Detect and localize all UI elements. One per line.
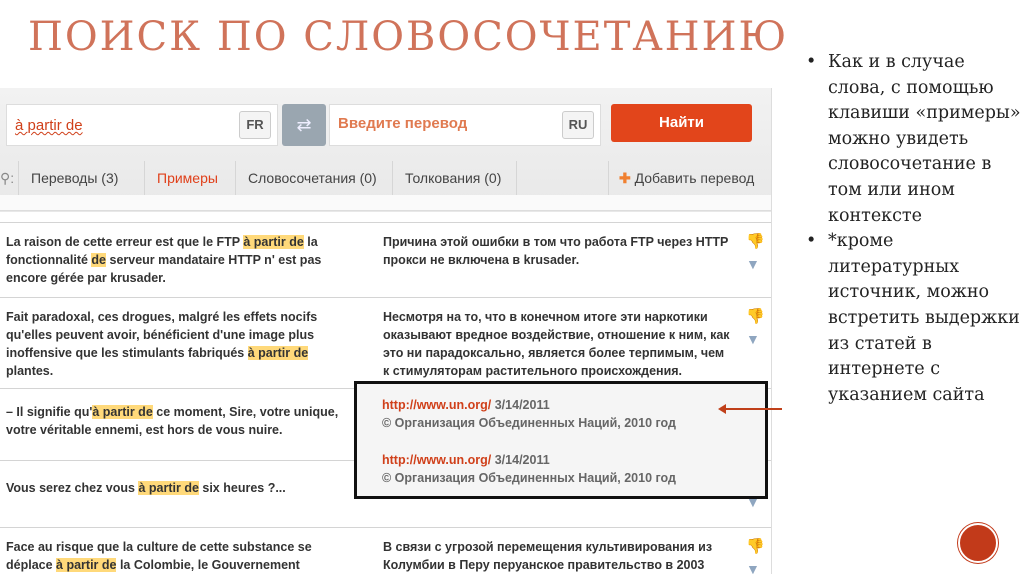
plus-icon: ✚	[619, 170, 635, 186]
source-item: http://www.un.org/ 3/14/2011 © Организаци…	[382, 398, 676, 430]
search-icon: ⚲:	[0, 170, 15, 186]
slide-decoration-circle	[958, 523, 998, 563]
target-lang-button[interactable]: RU	[562, 111, 594, 139]
tab-phrases[interactable]: Словосочетания (0)	[235, 161, 389, 195]
translator-screenshot: à partir de FR ⇄ Введите перевод RU Найт…	[0, 88, 772, 574]
highlighted-phrase: de	[91, 253, 107, 267]
arrow-down-icon[interactable]: ▼	[746, 255, 760, 273]
sentence-text: six heures ?...	[198, 481, 286, 495]
example-row: Face au risque que la culture de cette s…	[0, 527, 771, 574]
tab-translations[interactable]: Переводы (3)	[18, 161, 130, 195]
source-lang-button[interactable]: FR	[239, 111, 271, 139]
source-sentence: Vous serez chez vous à partir de six heu…	[6, 479, 346, 497]
search-bar: à partir de FR ⇄ Введите перевод RU Найт…	[0, 88, 771, 212]
translation-input[interactable]: Введите перевод RU	[329, 104, 601, 146]
translation-sentence: Несмотря на то, что в конечном итоге эти…	[383, 310, 730, 378]
thumbs-down-icon[interactable]: 👎	[746, 538, 765, 556]
source-sentence: Face au risque que la culture de cette s…	[6, 538, 346, 574]
translation-sentence: Причина этой ошибки в том что работа FTP…	[383, 235, 729, 267]
sentence-text: plantes.	[6, 364, 54, 378]
sentence-text: La raison de cette erreur est que le FTP	[6, 235, 244, 249]
source-input[interactable]: à partir de FR	[6, 104, 278, 146]
source-sentence: La raison de cette erreur est que le FTP…	[6, 233, 346, 287]
highlighted-phrase: à partir de	[243, 235, 304, 249]
source-sentence: – Il signifie qu'à partir de ce moment, …	[6, 403, 346, 439]
arrow-down-icon[interactable]: ▼	[746, 560, 760, 574]
slide-title: Поиск по словосочетанию	[28, 14, 789, 60]
note-item: Как и в случае слова, с помощью клавиши …	[806, 50, 1021, 229]
example-row: La raison de cette erreur est que le FTP…	[0, 222, 771, 297]
source-link[interactable]: http://www.un.org/	[382, 398, 491, 412]
slide-notes: Как и в случае слова, с помощью клавиши …	[806, 50, 1021, 408]
swap-icon[interactable]: ⇄	[282, 104, 326, 146]
sentence-text: Vous serez chez vous	[6, 481, 139, 495]
highlighted-phrase: à partir de	[92, 405, 153, 419]
highlighted-phrase: à partir de	[56, 558, 117, 572]
source-popup: http://www.un.org/ 3/14/2011 © Организаци…	[354, 381, 768, 499]
tab-examples[interactable]: Примеры	[144, 161, 230, 195]
thumbs-down-icon[interactable]: 👎	[746, 233, 765, 251]
source-link[interactable]: http://www.un.org/	[382, 453, 491, 467]
highlighted-phrase: à partir de	[247, 346, 309, 360]
tabs: ⚲: Переводы (3) Примеры Словосочетания (…	[0, 161, 771, 195]
arrow-icon	[718, 404, 782, 414]
note-item: *кроме литературных источник, можно встр…	[806, 229, 1021, 408]
sentence-text: – Il signifie qu'	[6, 405, 93, 419]
source-sentence: Fait paradoxal, ces drogues, malgré les …	[6, 308, 346, 380]
highlighted-phrase: à partir de	[138, 481, 199, 495]
thumbs-down-icon[interactable]: 👎	[746, 308, 765, 326]
translation-sentence: В связи с угрозой перемещения культивиро…	[383, 540, 713, 572]
arrow-down-icon[interactable]: ▼	[746, 330, 760, 348]
tab-definitions[interactable]: Толкования (0)	[392, 161, 517, 195]
find-button[interactable]: Найти	[611, 104, 752, 142]
example-row: Fait paradoxal, ces drogues, malgré les …	[0, 297, 771, 388]
sentence-text: la Colombie, le Gouvernement	[116, 558, 300, 572]
source-item: http://www.un.org/ 3/14/2011 © Организаци…	[382, 453, 676, 485]
add-translation-button[interactable]: ✚ Добавить перевод	[608, 161, 766, 195]
